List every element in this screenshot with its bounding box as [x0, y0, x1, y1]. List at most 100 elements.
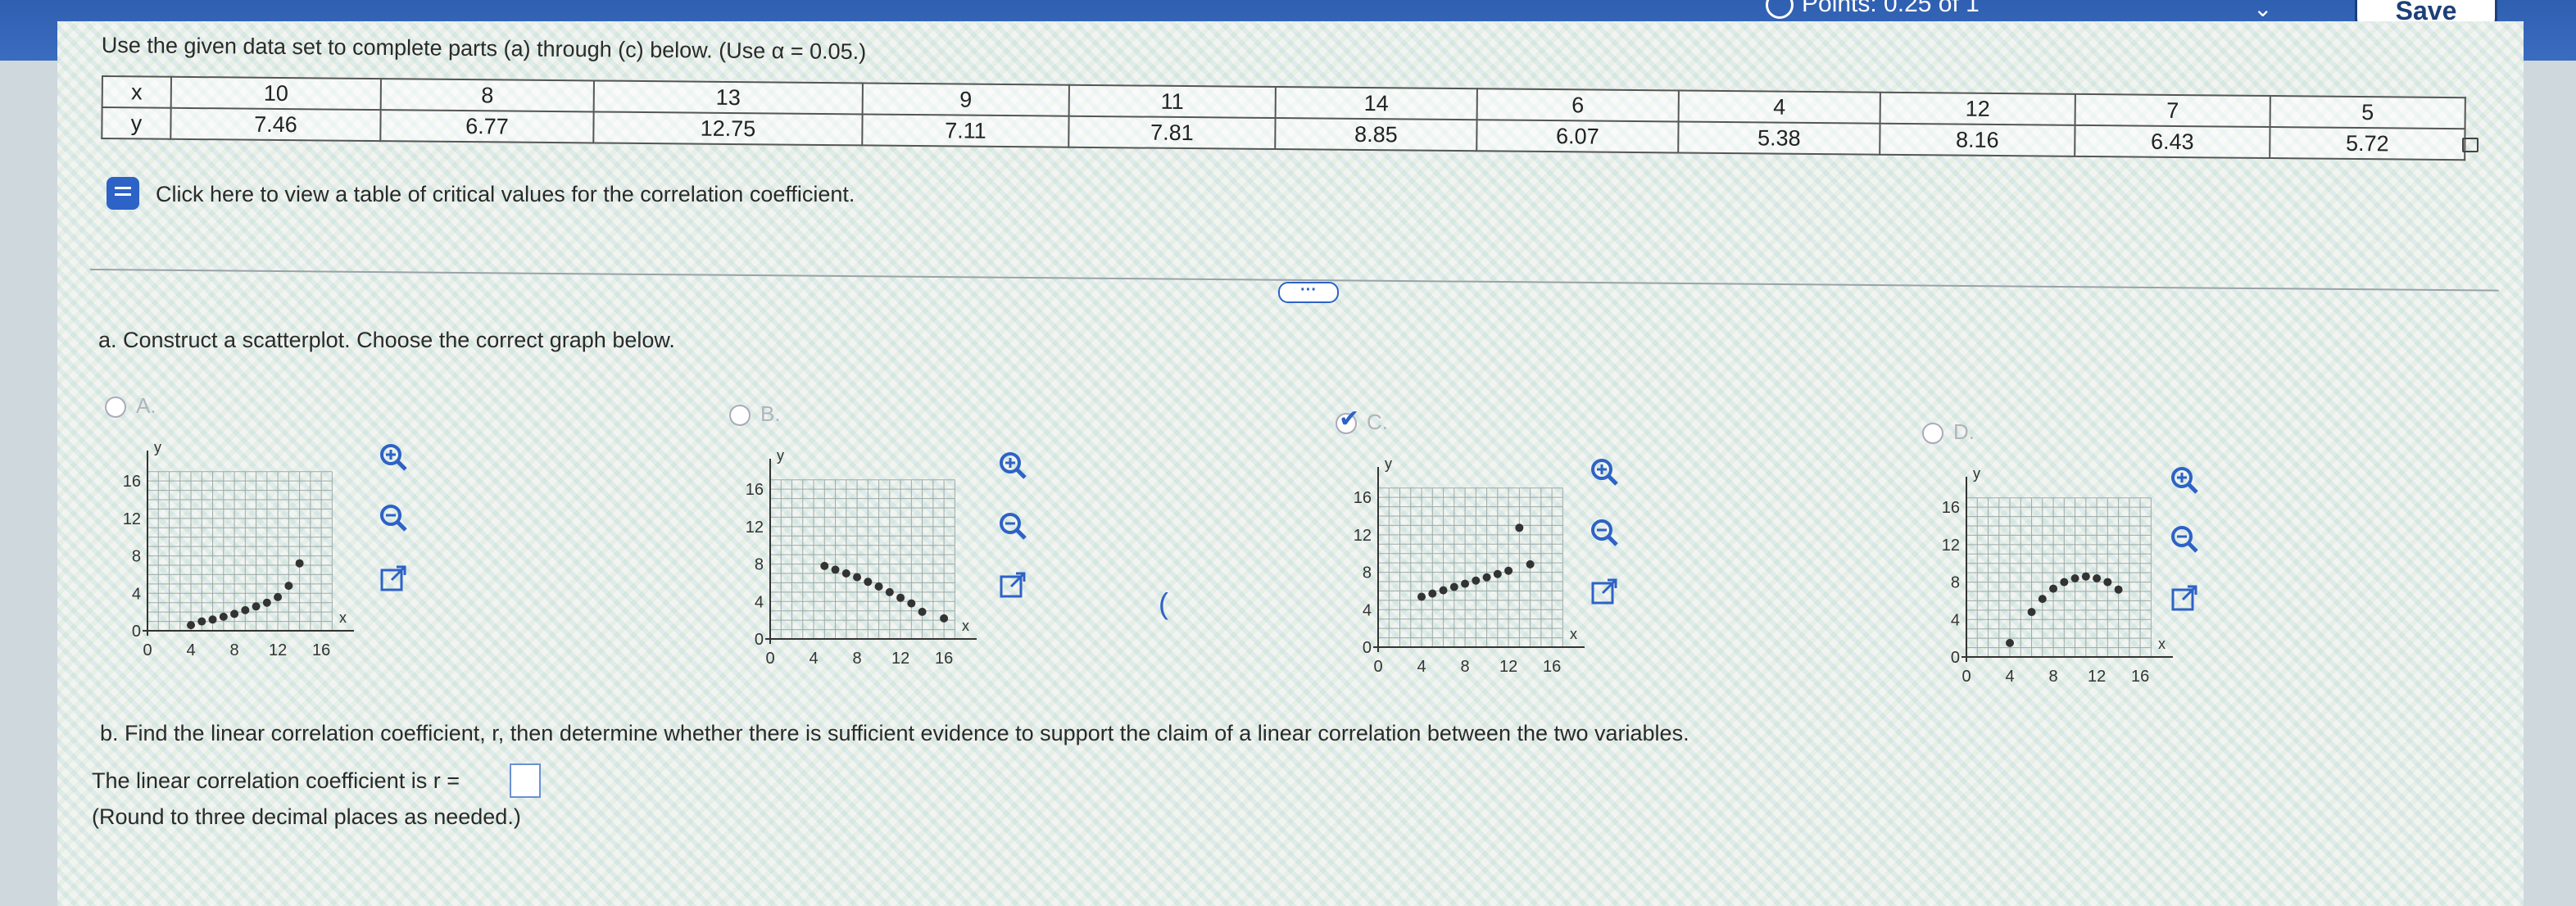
table-cell: 5.38 — [1678, 121, 1880, 155]
table-cell: 8 — [380, 79, 594, 112]
table-cell: 12.75 — [593, 111, 863, 146]
x-tick-label: 0 — [1373, 658, 1382, 676]
data-point — [262, 598, 271, 607]
points-display: Points: 0.25 of 1 — [1766, 0, 1980, 20]
data-point — [252, 602, 261, 611]
data-point — [1493, 569, 1502, 578]
zoom-out-icon[interactable] — [2168, 523, 2201, 555]
more-button[interactable]: ··· — [1278, 282, 1339, 303]
x-tick-label: 4 — [2005, 668, 2014, 686]
data-point — [1439, 586, 1448, 595]
table-cell: 10 — [170, 76, 381, 111]
x-tick-label: 8 — [229, 641, 238, 659]
data-point — [2060, 578, 2069, 587]
copy-icon[interactable] — [2462, 138, 2478, 152]
zoom-in-icon[interactable] — [2168, 464, 2201, 496]
table-cell: 6.77 — [380, 110, 594, 143]
scatterplot-d: y x 16 12 8 4 00 4 8 12 16 — [1942, 465, 2173, 686]
y-axis-label: y — [1385, 455, 1392, 472]
y-tick-label: 12 — [123, 510, 141, 528]
table-cell: 6 — [1476, 88, 1679, 122]
data-point — [197, 617, 206, 626]
zoom-in-icon[interactable] — [996, 449, 1029, 482]
data-point — [2006, 638, 2015, 647]
table-cell: 5.72 — [2270, 127, 2465, 161]
option-a-label: A. — [136, 393, 156, 418]
external-link-icon[interactable] — [1588, 575, 1621, 608]
y-tick-label: 16 — [1354, 489, 1372, 507]
option-d-radio[interactable] — [1922, 423, 1943, 444]
y-tick-label: 0 — [1363, 639, 1372, 657]
table-cell: 8.85 — [1275, 118, 1477, 152]
x-tick-label: 12 — [2088, 668, 2106, 686]
data-point — [1504, 566, 1513, 575]
y-tick-label: 8 — [132, 548, 141, 566]
x-tick-label: 4 — [1417, 658, 1426, 676]
x-tick-label: 8 — [852, 650, 861, 668]
x-tick-label: 12 — [891, 650, 909, 668]
y-axis-label: y — [777, 447, 784, 464]
y-tick-label: 16 — [746, 481, 764, 499]
zoom-out-icon[interactable] — [996, 510, 1029, 542]
data-point — [2070, 574, 2079, 582]
y-tick-label: 4 — [132, 585, 141, 603]
chevron-down-icon[interactable]: ⌄ — [2253, 0, 2272, 22]
data-point — [208, 615, 217, 624]
x-tick-label: 16 — [312, 641, 330, 659]
table-cell: 5 — [2270, 96, 2465, 129]
critical-values-link[interactable]: Click here to view a table of critical v… — [156, 182, 855, 207]
external-link-icon[interactable] — [996, 569, 1029, 601]
zoom-in-icon[interactable] — [1588, 455, 1621, 488]
data-point — [1461, 579, 1470, 588]
data-point — [896, 593, 905, 602]
x-tick-label: 0 — [1961, 668, 1971, 686]
r-answer-input[interactable] — [510, 763, 541, 798]
zoom-in-icon[interactable] — [377, 441, 410, 473]
data-point — [1472, 576, 1481, 585]
y-tick-label: 16 — [1942, 499, 1960, 517]
option-b-radio[interactable] — [729, 405, 751, 426]
data-point — [2103, 578, 2112, 587]
x-tick-label: 4 — [809, 650, 818, 668]
x-tick-label: 8 — [1460, 658, 1469, 676]
table-cell: 6.43 — [2075, 125, 2270, 159]
answer-prefix: The linear correlation coefficient is r … — [92, 768, 460, 793]
table-cell: 4 — [1678, 90, 1880, 124]
x-tick-label: 16 — [1543, 658, 1561, 676]
y-tick-label: 4 — [1951, 611, 1960, 629]
data-point — [1449, 582, 1458, 591]
table-cell: 7 — [2075, 93, 2270, 128]
table-header-y: y — [102, 107, 171, 139]
part-a-prompt: a. Construct a scatterplot. Choose the c… — [98, 328, 675, 352]
x-tick-label: 12 — [1499, 658, 1517, 676]
y-tick-label: 4 — [755, 593, 764, 611]
data-point — [1526, 559, 1535, 569]
external-link-icon[interactable] — [2168, 582, 2201, 614]
y-tick-label: 12 — [746, 519, 764, 537]
x-axis-label: x — [962, 618, 969, 634]
y-tick-label: 8 — [1951, 574, 1960, 592]
data-point — [940, 614, 949, 623]
book-icon[interactable] — [107, 177, 139, 210]
scatterplot-c: y x 16 12 8 4 00 4 8 12 16 — [1354, 455, 1585, 676]
table-cell: 13 — [593, 80, 863, 115]
checkmark-icon: ✔ — [1339, 405, 1360, 433]
x-tick-label: 12 — [269, 641, 287, 659]
x-tick-label: 4 — [186, 641, 195, 659]
scatterplot-a: y x 16 12 8 4 00 4 8 12 16 — [123, 439, 354, 659]
x-axis-label: x — [1570, 626, 1577, 642]
data-point — [1482, 573, 1491, 582]
zoom-out-icon[interactable] — [1588, 516, 1621, 549]
table-header-x: x — [102, 76, 171, 108]
external-link-icon[interactable] — [377, 562, 410, 595]
data-point — [918, 607, 927, 616]
round-note: (Round to three decimal places as needed… — [92, 804, 521, 829]
x-tick-label: 0 — [143, 641, 152, 659]
zoom-out-icon[interactable] — [377, 501, 410, 534]
data-point — [187, 621, 196, 630]
option-a-radio[interactable] — [105, 396, 126, 418]
y-axis-label: y — [154, 439, 161, 455]
stray-paren: ( — [1159, 587, 1168, 620]
data-point — [1428, 589, 1437, 598]
data-point — [1417, 592, 1426, 601]
